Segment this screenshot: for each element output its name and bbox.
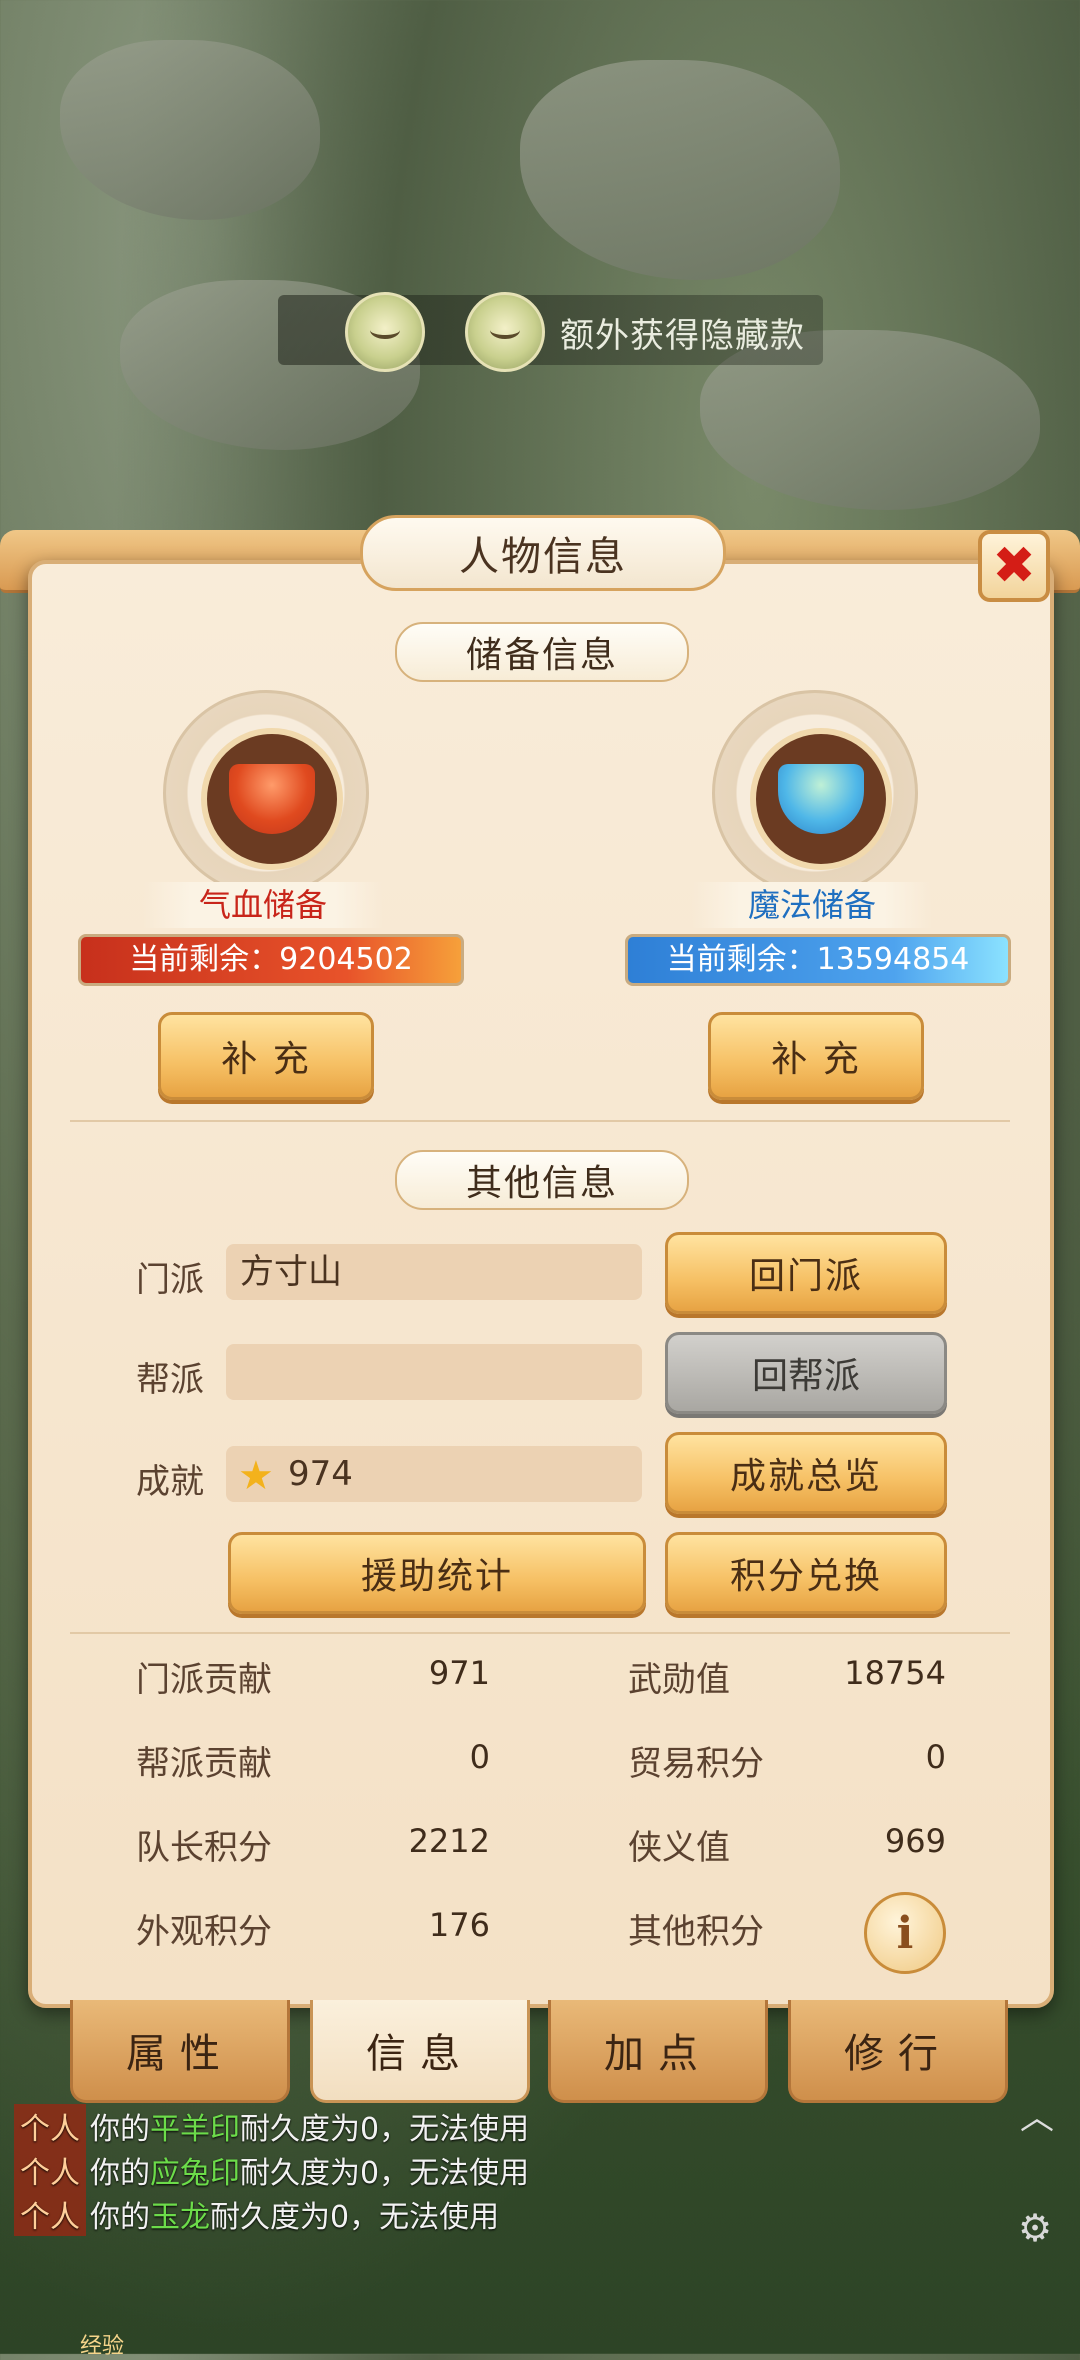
section-divider <box>70 1120 1010 1122</box>
mp-remaining-bar: 当前剩余：13594854 <box>625 934 1011 986</box>
hp-remaining-bar: 当前剩余：9204502 <box>78 934 464 986</box>
stat-label: 帮派贡献 <box>136 1744 272 1784</box>
mp-bowl-icon <box>750 728 892 870</box>
stat-label: 外观积分 <box>136 1912 272 1952</box>
chat-item: 平羊印 <box>150 2112 240 2147</box>
hp-reserve-ring <box>163 690 369 896</box>
chat-text: 耐久度为0，无法使用 <box>210 2200 500 2235</box>
chat-tag: 个人 <box>14 2192 86 2236</box>
hp-refill-button[interactable]: 补 充 <box>158 1012 374 1100</box>
mp-reserve-ring <box>712 690 918 896</box>
chat-line: 个人 你的应兔印耐久度为0，无法使用 <box>14 2148 529 2192</box>
stat-label: 侠义值 <box>628 1828 730 1868</box>
mascot-icon <box>345 292 425 372</box>
chat-item: 玉龙 <box>150 2200 210 2235</box>
tab-add-points[interactable]: 加点 <box>548 2000 768 2103</box>
chat-text: 你的 <box>90 2200 150 2235</box>
other-section-title: 其他信息 <box>395 1150 689 1210</box>
stat-value: 176 <box>428 1906 490 1944</box>
stat-label: 其他积分 <box>628 1912 764 1952</box>
return-guild-button[interactable]: 回帮派 <box>665 1332 947 1414</box>
chat-text: 耐久度为0，无法使用 <box>240 2112 530 2147</box>
banner-text: 额外获得隐藏款 <box>560 316 805 356</box>
tab-info[interactable]: 信息 <box>310 2000 530 2103</box>
stat-value: 0 <box>469 1738 490 1776</box>
aid-stats-button[interactable]: 援助统计 <box>228 1532 646 1614</box>
chat-item: 应兔印 <box>150 2156 240 2191</box>
chat-tag: 个人 <box>14 2148 86 2192</box>
mp-refill-button[interactable]: 补 充 <box>708 1012 924 1100</box>
stat-value: 969 <box>884 1822 946 1860</box>
chat-line: 个人 你的平羊印耐久度为0，无法使用 <box>14 2104 529 2148</box>
gear-icon[interactable]: ⚙ <box>1018 2206 1052 2250</box>
stat-value: 18754 <box>844 1654 946 1692</box>
achievement-label: 成就 <box>136 1462 204 1502</box>
star-icon: ★ <box>238 1453 274 1499</box>
info-icon[interactable]: i <box>864 1892 946 1974</box>
achievement-overview-button[interactable]: 成就总览 <box>665 1432 947 1514</box>
stat-value: 971 <box>428 1654 490 1692</box>
hp-reserve-label: 气血储备 <box>143 882 383 928</box>
guild-field <box>226 1344 642 1400</box>
panel-title: 人物信息 <box>360 515 726 591</box>
chat-line: 个人 你的玉龙耐久度为0，无法使用 <box>14 2192 499 2236</box>
chat-text: 你的 <box>90 2112 150 2147</box>
chat-text: 耐久度为0，无法使用 <box>240 2156 530 2191</box>
background-rock <box>60 40 320 220</box>
stat-value: 0 <box>925 1738 946 1776</box>
stat-label: 贸易积分 <box>628 1744 764 1784</box>
tab-cultivation[interactable]: 修行 <box>788 2000 1008 2103</box>
stat-label: 队长积分 <box>136 1828 272 1868</box>
stat-label: 门派贡献 <box>136 1660 272 1700</box>
close-icon[interactable]: ✖ <box>978 530 1050 602</box>
stats-divider <box>70 1632 1010 1634</box>
chat-text: 你的 <box>90 2156 150 2191</box>
mascot-icon <box>465 292 545 372</box>
chevron-up-icon[interactable]: ︿ <box>1020 2090 1054 2139</box>
guild-label: 帮派 <box>136 1360 204 1400</box>
return-sect-button[interactable]: 回门派 <box>665 1232 947 1314</box>
exp-label: 经验 <box>80 2334 125 2359</box>
sect-field: 方寸山 <box>226 1244 642 1300</box>
stat-value: 2212 <box>408 1822 490 1860</box>
stat-label: 武勋值 <box>628 1660 730 1700</box>
achievement-value: 974 <box>288 1454 353 1494</box>
tab-attributes[interactable]: 属性 <box>70 2000 290 2103</box>
sect-label: 门派 <box>136 1260 204 1300</box>
mp-reserve-label: 魔法储备 <box>692 882 932 928</box>
hp-bowl-icon <box>201 728 343 870</box>
reserve-section-title: 储备信息 <box>395 622 689 682</box>
achievement-field: ★ 974 <box>226 1446 642 1502</box>
background-rock <box>520 60 840 280</box>
chat-tag: 个人 <box>14 2104 86 2148</box>
points-exchange-button[interactable]: 积分兑换 <box>665 1532 947 1614</box>
